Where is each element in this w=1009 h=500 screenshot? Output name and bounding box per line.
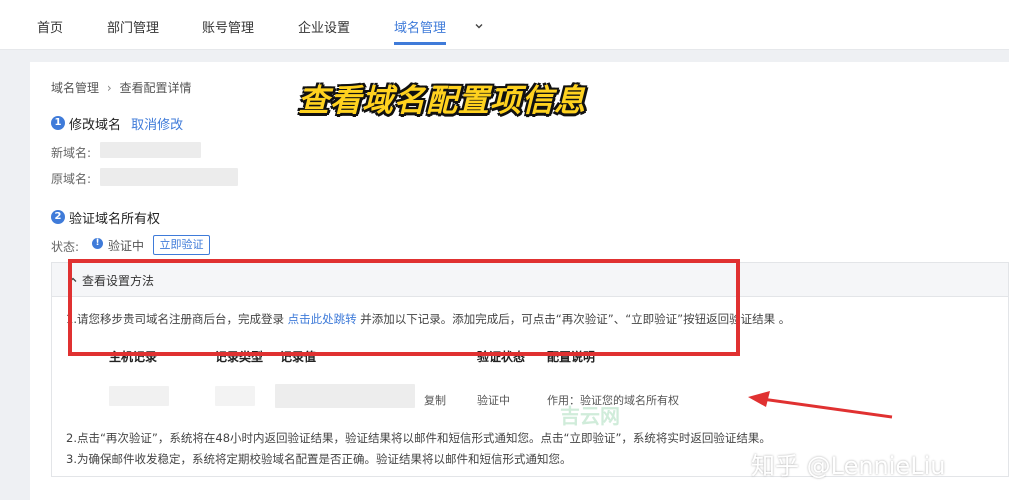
status-label: 状态: xyxy=(51,240,80,254)
nav-domain[interactable]: 域名管理 xyxy=(394,17,446,36)
host-record-redacted xyxy=(109,386,169,406)
banner-caption: 查看域名配置项信息 xyxy=(298,83,586,119)
nav-enterprise[interactable]: 企业设置 xyxy=(298,17,350,36)
copy-link[interactable]: 复制 xyxy=(424,392,446,408)
instruction-line-2: 2.点击“再次验证”，系统将在48小时内返回验证结果，验证结果将以邮件和短信形式… xyxy=(66,431,771,445)
breadcrumb: 域名管理 › 查看配置详情 xyxy=(51,79,192,96)
status-value: 验证中 xyxy=(108,239,145,253)
step-1-title-text: 修改域名 xyxy=(69,118,122,133)
breadcrumb-separator: › xyxy=(106,81,112,95)
record-value-redacted xyxy=(275,384,415,408)
new-domain-label: 新域名: xyxy=(51,146,92,160)
breadcrumb-current: 查看配置详情 xyxy=(119,81,192,95)
top-nav: 首页 部门管理 账号管理 企业设置 域名管理 xyxy=(0,0,1009,50)
breadcrumb-root[interactable]: 域名管理 xyxy=(51,81,99,95)
new-domain-value-redacted xyxy=(100,142,201,158)
nav-department[interactable]: 部门管理 xyxy=(107,17,159,36)
red-arrow-icon xyxy=(748,391,893,419)
record-type-redacted xyxy=(215,386,255,406)
old-domain-value-redacted xyxy=(100,168,238,186)
step-2-title: 验证域名所有权 xyxy=(69,212,161,227)
old-domain-label: 原域名: xyxy=(51,172,92,186)
chevron-down-icon[interactable] xyxy=(473,20,485,32)
nav-account[interactable]: 账号管理 xyxy=(202,17,254,36)
step-2-badge: 2 xyxy=(51,210,65,224)
nav-active-indicator xyxy=(394,42,446,45)
info-icon: ! xyxy=(92,238,103,249)
faint-watermark: 吉云网 xyxy=(560,404,620,428)
nav-home[interactable]: 首页 xyxy=(37,17,63,36)
step-1-title: 修改域名 取消修改 xyxy=(69,114,183,133)
record-status: 验证中 xyxy=(477,394,510,407)
instruction-line-3: 3.为确保邮件收发稳定，系统将定期校验域名配置是否正确。验证结果将以邮件和短信形… xyxy=(66,452,572,466)
cancel-edit-link[interactable]: 取消修改 xyxy=(131,118,183,133)
highlight-frame xyxy=(68,259,740,356)
zhihu-watermark: 知乎 @LennieLiu xyxy=(751,452,946,480)
verify-now-button[interactable]: 立即验证 xyxy=(153,235,210,255)
step-1-badge: 1 xyxy=(51,116,65,130)
